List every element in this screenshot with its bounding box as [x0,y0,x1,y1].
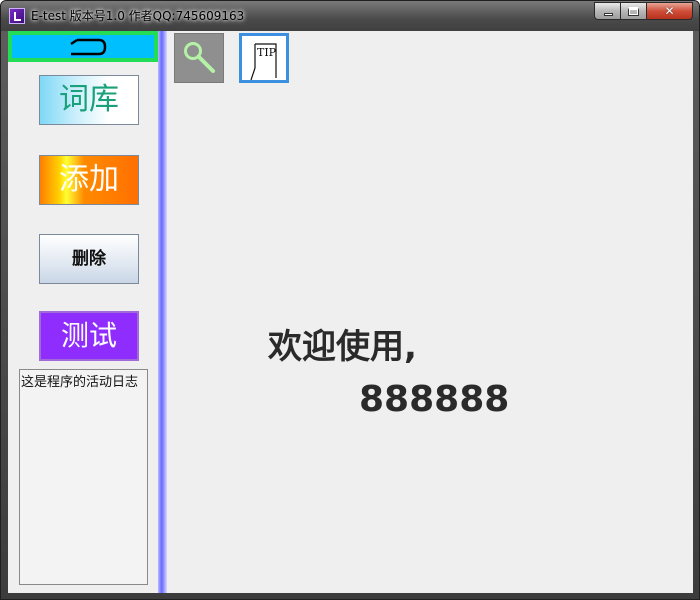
ciku-button[interactable]: 词库 [39,75,139,125]
caption-buttons [594,2,693,22]
sidebar-divider[interactable] [158,31,167,593]
app-icon[interactable] [9,8,25,24]
activity-log[interactable]: 这是程序的活动日志 [19,369,148,585]
add-button[interactable]: 添加 [39,155,139,205]
tip-label: TIP [257,46,277,59]
search-icon [184,42,215,73]
welcome-text: 欢迎使用, [268,327,417,367]
minimize-button[interactable] [594,2,621,20]
sidebar: 词库 添加 删除 测试 这是程序的活动日志 [8,31,158,593]
back-button[interactable] [8,31,158,62]
app-window: E-test 版本号1.0 作者QQ:745609163 词库 添加 删除 测试… [0,0,700,600]
activity-log-text: 这是程序的活动日志 [21,375,139,390]
tip-icon: TIP [250,43,277,80]
user-id-text: 888888 [359,379,510,420]
tip-button[interactable]: TIP [239,33,289,83]
delete-button[interactable]: 删除 [39,234,139,284]
window-title: E-test 版本号1.0 作者QQ:745609163 [31,9,245,23]
client-area: 词库 添加 删除 测试 这是程序的活动日志 TIP 欢迎使用, 888888 [8,31,693,593]
back-arrow-icon [70,38,107,56]
maximize-button[interactable] [621,2,647,20]
title-bar[interactable]: E-test 版本号1.0 作者QQ:745609163 [1,1,699,31]
close-button[interactable] [647,2,693,20]
search-button[interactable] [174,33,224,83]
test-button[interactable]: 测试 [39,311,139,361]
